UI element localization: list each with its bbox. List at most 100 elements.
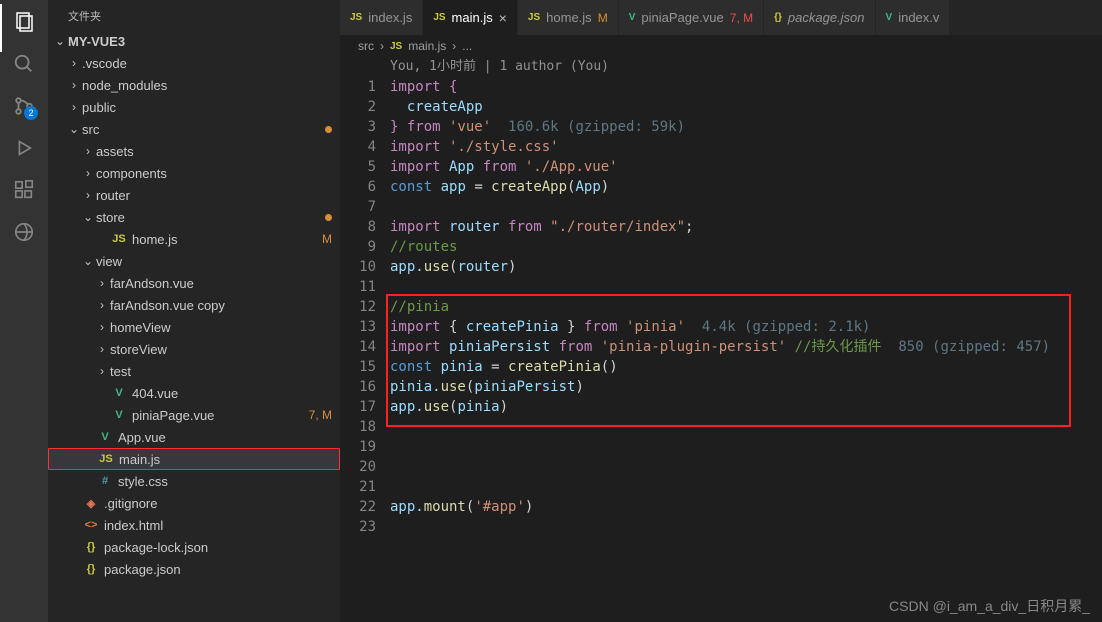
- tree-item[interactable]: ›assets: [48, 140, 340, 162]
- chevron-icon: ›: [66, 56, 82, 70]
- chevron-icon: ›: [80, 144, 96, 158]
- explorer-icon[interactable]: [12, 10, 36, 34]
- tab-label: index.js: [368, 10, 412, 25]
- editor-tab[interactable]: VpiniaPage.vue7, M: [619, 0, 764, 35]
- tree-item-label: homeView: [110, 320, 332, 335]
- editor-tab[interactable]: JS main.js ×: [423, 0, 518, 35]
- tab-status: M: [598, 11, 608, 25]
- debug-icon[interactable]: [12, 136, 36, 160]
- file-icon: {}: [774, 12, 782, 23]
- tree-item-label: package-lock.json: [104, 540, 332, 555]
- modified-dot: [325, 126, 332, 133]
- tree-item[interactable]: ›router: [48, 184, 340, 206]
- file-icon: JS: [110, 233, 128, 245]
- tree-item[interactable]: #style.css: [48, 470, 340, 492]
- tab-label: home.js: [546, 10, 592, 25]
- tree-item[interactable]: {}package.json: [48, 558, 340, 580]
- tree-item-label: farAndson.vue copy: [110, 298, 332, 313]
- tree-item[interactable]: V App.vue: [48, 426, 340, 448]
- tree-item-label: .gitignore: [104, 496, 332, 511]
- tree-item[interactable]: JSmain.js: [48, 448, 340, 470]
- tree-item[interactable]: ⌄view: [48, 250, 340, 272]
- tree-item[interactable]: ›farAndson.vue copy: [48, 294, 340, 316]
- tree-item[interactable]: ◈ .gitignore: [48, 492, 340, 514]
- chevron-icon: ⌄: [80, 210, 96, 224]
- chevron-icon: ›: [66, 100, 82, 114]
- close-icon[interactable]: ×: [499, 10, 507, 26]
- codelens[interactable]: You, 1小时前 | 1 author (You): [390, 57, 1102, 77]
- file-icon: V: [96, 431, 114, 443]
- editor-tab[interactable]: Vindex.v: [876, 0, 951, 35]
- file-icon: V: [886, 12, 893, 23]
- tree-item[interactable]: ⌄src: [48, 118, 340, 140]
- tree-item[interactable]: ›.vscode: [48, 52, 340, 74]
- tree-item[interactable]: ›node_modules: [48, 74, 340, 96]
- file-icon: JS: [528, 12, 540, 23]
- tree-item-label: home.js: [132, 232, 318, 247]
- search-icon[interactable]: [12, 52, 36, 76]
- tree-item[interactable]: ›public: [48, 96, 340, 118]
- tab-status: 7, M: [730, 11, 753, 25]
- tab-label: index.v: [898, 10, 939, 25]
- tree-item[interactable]: ›test: [48, 360, 340, 382]
- tree-item[interactable]: <>index.html: [48, 514, 340, 536]
- tree-item-label: 404.vue: [132, 386, 332, 401]
- tree-item-label: assets: [96, 144, 332, 159]
- chevron-icon: ›: [94, 320, 110, 334]
- activity-bar: 2: [0, 0, 48, 622]
- breadcrumb[interactable]: src› JS main.js› ...: [340, 35, 1102, 57]
- scm-icon[interactable]: 2: [12, 94, 36, 118]
- tree-item-label: farAndson.vue: [110, 276, 332, 291]
- tree-item-label: test: [110, 364, 332, 379]
- chevron-icon: ›: [94, 276, 110, 290]
- file-icon: {}: [82, 541, 100, 553]
- tree-item-label: piniaPage.vue: [132, 408, 305, 423]
- chevron-icon: ›: [94, 342, 110, 356]
- tree-item[interactable]: ›farAndson.vue: [48, 272, 340, 294]
- tree-item[interactable]: {} package-lock.json: [48, 536, 340, 558]
- git-status: M: [322, 232, 332, 246]
- modified-dot: [325, 214, 332, 221]
- chevron-icon: ›: [94, 298, 110, 312]
- project-root[interactable]: ⌄MY-VUE3: [48, 30, 340, 52]
- code-content[interactable]: You, 1小时前 | 1 author (You) import { crea…: [390, 57, 1102, 622]
- editor-tab[interactable]: JS home.js M: [518, 0, 619, 35]
- tree-item[interactable]: JS home.js M: [48, 228, 340, 250]
- scm-badge: 2: [24, 106, 38, 120]
- file-icon: V: [110, 409, 128, 421]
- file-icon: JS: [350, 12, 362, 23]
- editor-tab[interactable]: {} package.json: [764, 0, 875, 35]
- tree-item[interactable]: ›components: [48, 162, 340, 184]
- chevron-icon: ›: [80, 166, 96, 180]
- tree-item-label: view: [96, 254, 332, 269]
- git-status: 7, M: [309, 408, 332, 422]
- tree-item-label: .vscode: [82, 56, 332, 71]
- tree-item-label: src: [82, 122, 321, 137]
- remote-icon[interactable]: [12, 220, 36, 244]
- file-icon: ◈: [82, 497, 100, 510]
- chevron-icon: ⌄: [80, 254, 96, 268]
- tree-item-label: public: [82, 100, 332, 115]
- tree-item-label: style.css: [118, 474, 332, 489]
- tab-label: package.json: [788, 10, 865, 25]
- tree-item[interactable]: V404.vue: [48, 382, 340, 404]
- tree-item[interactable]: ⌄store: [48, 206, 340, 228]
- tree-item[interactable]: VpiniaPage.vue 7, M: [48, 404, 340, 426]
- tab-label: main.js: [452, 10, 493, 25]
- file-icon: <>: [82, 519, 100, 531]
- tree-item-label: main.js: [119, 452, 331, 467]
- tree-item-label: package.json: [104, 562, 332, 577]
- tree-item[interactable]: ›storeView: [48, 338, 340, 360]
- tree-item-label: App.vue: [118, 430, 332, 445]
- code-editor[interactable]: 1234567891011121314151617181920212223 Yo…: [340, 57, 1102, 622]
- chevron-icon: ›: [66, 78, 82, 92]
- tree-item-label: node_modules: [82, 78, 332, 93]
- editor-tab[interactable]: JS index.js: [340, 0, 423, 35]
- file-icon: JS: [433, 12, 445, 23]
- tree-item[interactable]: ›homeView: [48, 316, 340, 338]
- chevron-icon: ›: [94, 364, 110, 378]
- sidebar-title: 文件夹: [48, 0, 340, 30]
- extensions-icon[interactable]: [12, 178, 36, 202]
- sidebar-explorer: 文件夹 ⌄MY-VUE3 ›.vscode›node_modules›publi…: [48, 0, 340, 622]
- chevron-icon: ⌄: [66, 122, 82, 136]
